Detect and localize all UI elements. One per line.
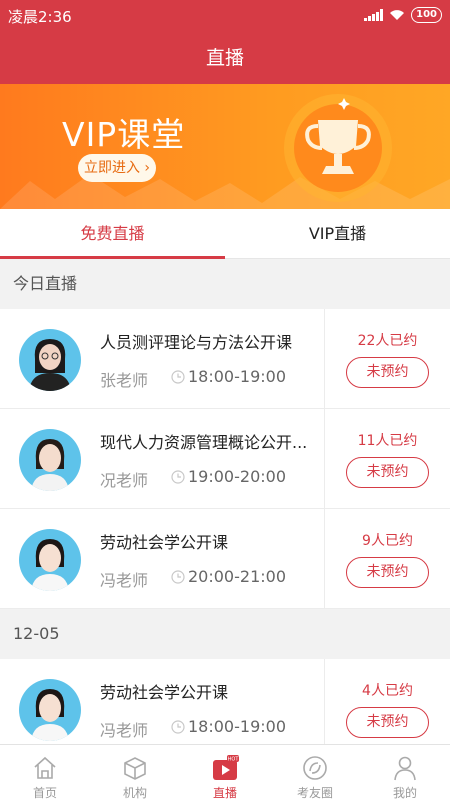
home-icon — [34, 756, 56, 779]
teacher-name: 冯老师 — [100, 571, 149, 590]
bottom-nav-home[interactable]: 首页 — [0, 745, 90, 800]
teacher-name: 张老师 — [100, 371, 149, 390]
booked-count: 22人已约 — [357, 333, 418, 349]
course-time: 18:00-19:00 — [188, 367, 286, 386]
teacher-name: 况老师 — [100, 471, 149, 490]
course-title: 现代人力资源管理概论公开... — [100, 433, 308, 452]
box-icon — [124, 757, 146, 780]
course-time: 18:00-19:00 — [188, 717, 286, 736]
section-header-date: 12-05 — [0, 609, 450, 659]
bottom-nav-profile[interactable]: 我的 — [360, 745, 450, 800]
course-row[interactable]: 人员测评理论与方法公开课 张老师 18:00-19:00 22人已约 未预约 — [0, 309, 450, 409]
reserve-button[interactable]: 未预约 — [346, 707, 429, 738]
teacher-avatar — [19, 329, 81, 391]
reserve-button[interactable]: 未预约 — [346, 457, 429, 488]
moments-icon — [303, 756, 327, 780]
svg-text:HOT: HOT — [228, 757, 239, 763]
teacher-avatar — [19, 679, 81, 741]
live-play-icon: HOT — [213, 755, 239, 780]
bottom-nav-moments[interactable]: 考友圈 — [270, 745, 360, 800]
teacher-avatar — [19, 529, 81, 591]
teacher-avatar — [19, 429, 81, 491]
booked-count: 4人已约 — [362, 683, 413, 699]
status-icons: 100 — [364, 7, 442, 23]
status-bar: 凌晨2:36 100 — [0, 0, 450, 32]
reserve-button[interactable]: 未预约 — [346, 557, 429, 588]
course-row[interactable]: 劳动社会学公开课 冯老师 20:00-21:00 9人已约 未预约 — [0, 509, 450, 609]
bottom-nav-label: 直播 — [212, 786, 237, 800]
reserve-button[interactable]: 未预约 — [346, 357, 429, 388]
page-title: 直播 — [205, 47, 244, 69]
profile-icon — [394, 756, 416, 781]
bottom-nav-label: 考友圈 — [296, 786, 333, 800]
bottom-nav-institution[interactable]: 机构 — [90, 745, 180, 800]
clock-icon — [171, 720, 185, 734]
row-divider — [324, 509, 325, 609]
course-title: 人员测评理论与方法公开课 — [100, 333, 293, 352]
status-time: 凌晨2:36 — [8, 8, 72, 26]
bottom-nav-live[interactable]: HOT 直播 — [180, 745, 270, 800]
banner-title: VIP课堂 — [62, 115, 186, 154]
bottom-nav: 首页 机构 HOT 直播 考友圈 我的 — [0, 744, 450, 800]
course-row[interactable]: 现代人力资源管理概论公开... 况老师 19:00-20:00 11人已约 未预… — [0, 409, 450, 509]
wifi-icon — [390, 10, 405, 20]
booked-count: 11人已约 — [357, 433, 418, 449]
nav-bar: 直播 — [0, 32, 450, 84]
course-time: 20:00-21:00 — [188, 567, 286, 586]
tab-vip-live[interactable]: VIP直播 — [225, 209, 450, 259]
battery-icon: 100 — [411, 7, 442, 23]
live-tabs: 免费直播 VIP直播 — [0, 209, 450, 259]
booked-count: 9人已约 — [362, 533, 413, 549]
trophy-icon — [284, 94, 392, 202]
clock-icon — [171, 370, 185, 384]
clock-icon — [171, 470, 185, 484]
section-header-today: 今日直播 — [0, 259, 450, 309]
bottom-nav-label: 我的 — [392, 786, 417, 800]
course-time: 19:00-20:00 — [188, 467, 286, 486]
signal-icon — [364, 9, 384, 21]
enter-now-button[interactable]: 立即进入 › — [78, 154, 156, 182]
course-title: 劳动社会学公开课 — [100, 683, 229, 702]
row-divider — [324, 409, 325, 509]
tab-free-live[interactable]: 免费直播 — [0, 209, 225, 259]
bottom-nav-label: 首页 — [32, 786, 57, 800]
teacher-name: 冯老师 — [100, 721, 149, 740]
clock-icon — [171, 570, 185, 584]
row-divider — [324, 309, 325, 409]
course-title: 劳动社会学公开课 — [100, 533, 229, 552]
vip-banner[interactable]: VIP课堂 立即进入 › — [0, 84, 450, 209]
bottom-nav-label: 机构 — [122, 786, 147, 800]
